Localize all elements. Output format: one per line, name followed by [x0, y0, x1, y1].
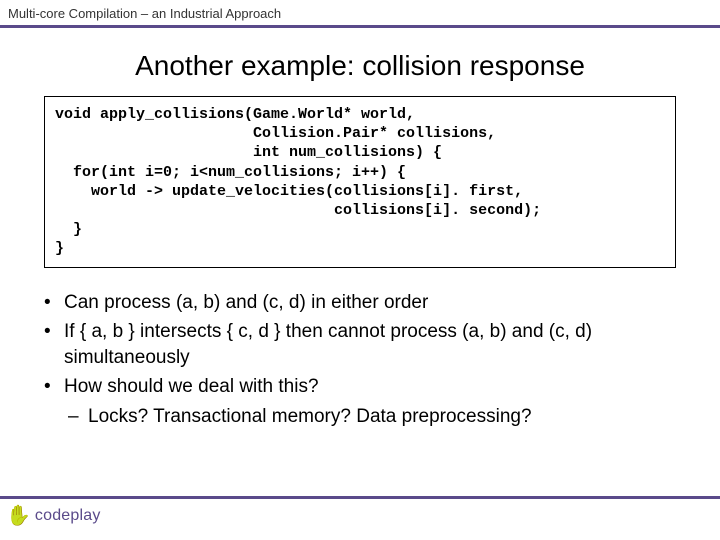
slide-title: Another example: collision response — [0, 50, 720, 82]
bullet-subitem: Locks? Transactional memory? Data prepro… — [44, 404, 676, 430]
header-bar: Multi-core Compilation – an Industrial A… — [0, 0, 720, 23]
bullet-item: If { a, b } intersects { c, d } then can… — [44, 319, 676, 370]
footer: ✋ codeplay — [0, 496, 720, 540]
brand-logo: ✋ codeplay — [0, 499, 720, 532]
hand-icon: ✋ — [6, 503, 31, 528]
header-title: Multi-core Compilation – an Industrial A… — [8, 6, 712, 21]
bullet-list: Can process (a, b) and (c, d) in either … — [44, 290, 676, 430]
brand-text: codeplay — [35, 507, 101, 525]
top-divider — [0, 25, 720, 28]
code-block: void apply_collisions(Game.World* world,… — [44, 96, 676, 268]
bullet-item: How should we deal with this? — [44, 374, 676, 400]
bullet-item: Can process (a, b) and (c, d) in either … — [44, 290, 676, 316]
